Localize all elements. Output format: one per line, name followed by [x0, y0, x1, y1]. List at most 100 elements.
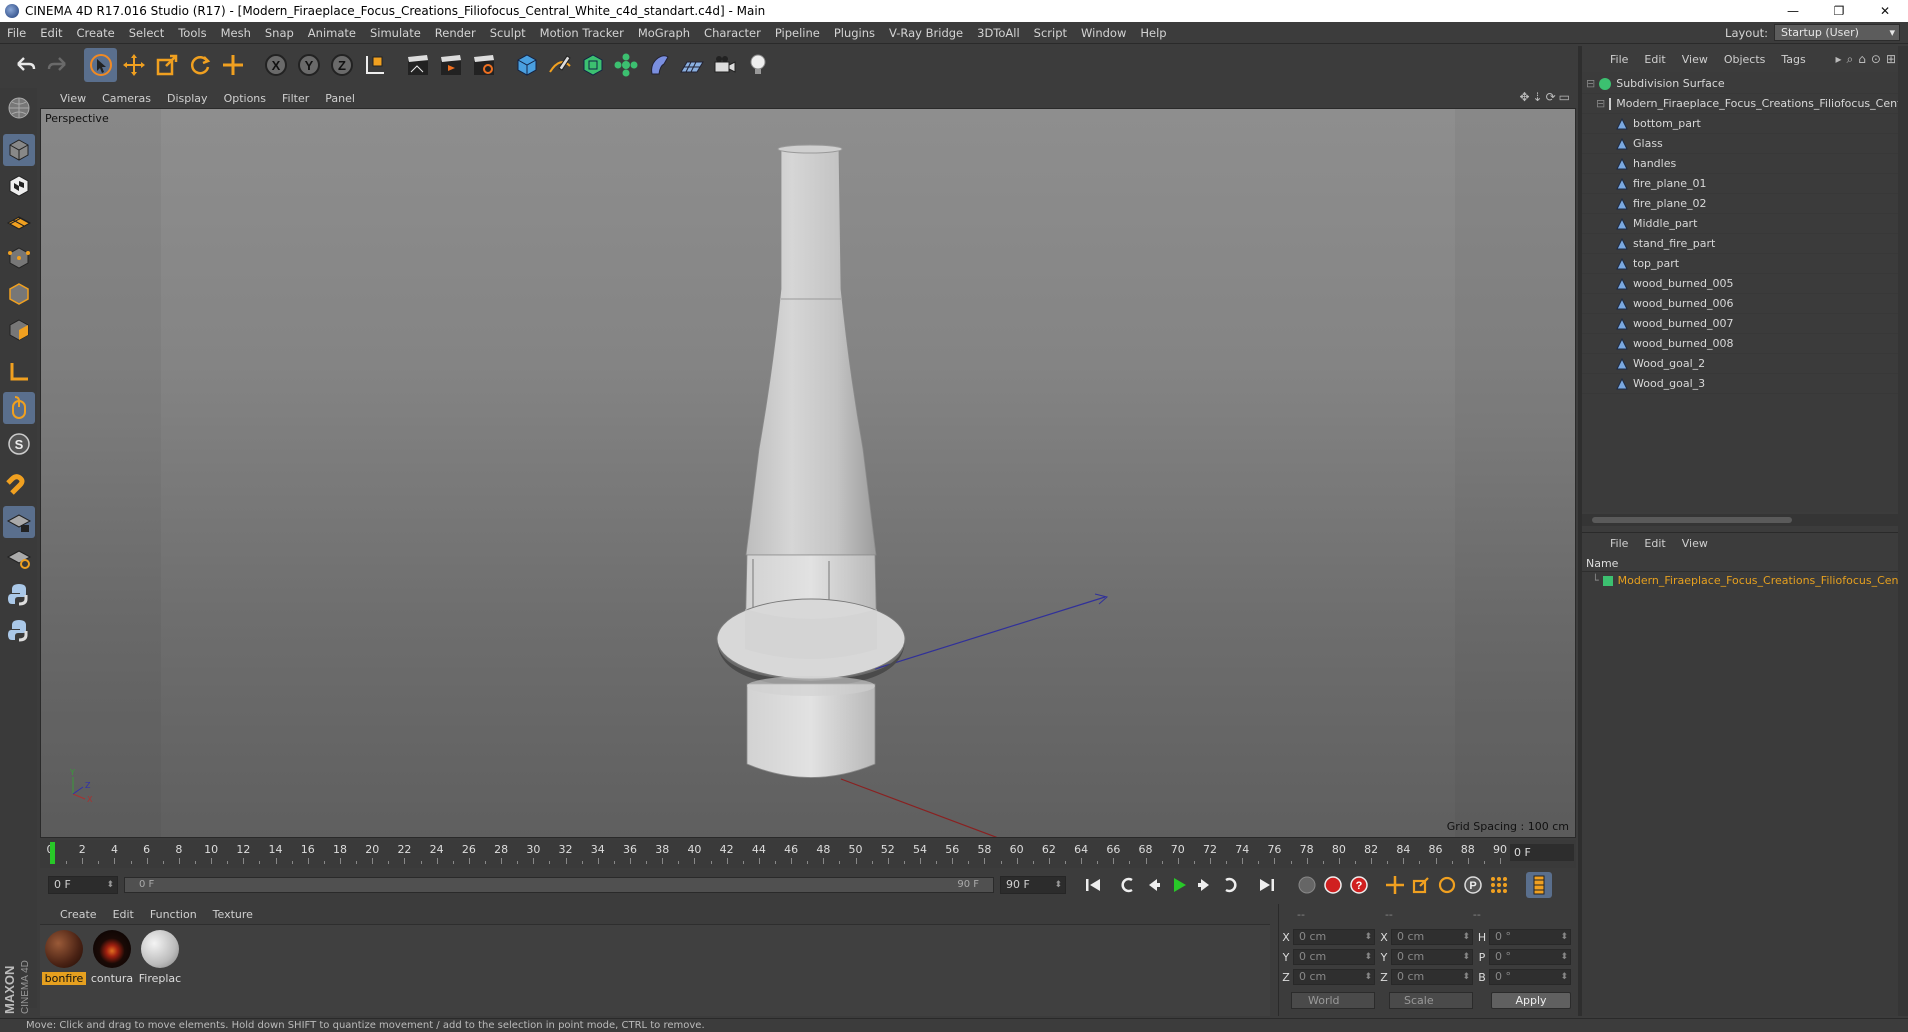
menu-mograph[interactable]: MoGraph — [631, 26, 697, 40]
position-track-button[interactable] — [1382, 872, 1408, 898]
viewport-menu-options[interactable]: Options — [216, 92, 274, 105]
recent-tool[interactable] — [216, 48, 249, 82]
tree-row-child[interactable]: wood_burned_007 — [1582, 314, 1898, 334]
tree-row-child[interactable]: Middle_part — [1582, 214, 1898, 234]
scale-tool[interactable] — [150, 48, 183, 82]
render-settings-button[interactable] — [467, 48, 500, 82]
polygons-mode-button[interactable] — [3, 314, 35, 346]
material-menu-texture[interactable]: Texture — [205, 908, 261, 921]
tree-row-child[interactable]: wood_burned_005 — [1582, 274, 1898, 294]
tree-row-child[interactable]: fire_plane_02 — [1582, 194, 1898, 214]
end-frame-field[interactable]: 90 F — [1000, 876, 1066, 894]
tree-row-child[interactable]: Wood_goal_3 — [1582, 374, 1898, 394]
menu-script[interactable]: Script — [1027, 26, 1074, 40]
attributes-menu-edit[interactable]: Edit — [1636, 537, 1673, 550]
size-z-field[interactable]: 0 cm — [1391, 969, 1473, 985]
snap-button[interactable] — [3, 470, 35, 502]
object-tree-horizontal-scrollbar[interactable] — [1582, 514, 1898, 526]
parameter-track-button[interactable]: P — [1460, 872, 1486, 898]
points-mode-button[interactable] — [3, 242, 35, 274]
current-frame-display[interactable]: 0 F — [1510, 844, 1574, 861]
size-y-field[interactable]: 0 cm — [1391, 949, 1473, 965]
material-menu-function[interactable]: Function — [142, 908, 205, 921]
scrollbar-thumb[interactable] — [1592, 517, 1792, 523]
tree-row-child[interactable]: handles — [1582, 154, 1898, 174]
play-button[interactable] — [1166, 872, 1192, 898]
tree-row-child[interactable]: Wood_goal_2 — [1582, 354, 1898, 374]
more-arrow-icon[interactable]: ▸ — [1835, 52, 1841, 67]
undo-button[interactable] — [8, 48, 41, 82]
menu-pipeline[interactable]: Pipeline — [768, 26, 827, 40]
rotation-b-field[interactable]: 0 ° — [1489, 969, 1571, 985]
viewport-move-icon[interactable]: ✥ — [1519, 90, 1529, 104]
next-frame-button[interactable] — [1192, 872, 1218, 898]
objects-menu-edit[interactable]: Edit — [1636, 53, 1673, 66]
viewport-zoom-icon[interactable]: ⇣ — [1533, 90, 1543, 104]
rotation-track-button[interactable] — [1434, 872, 1460, 898]
position-z-field[interactable]: 0 cm — [1293, 969, 1375, 985]
redo-button[interactable] — [41, 48, 74, 82]
x-axis-lock[interactable]: X — [259, 48, 292, 82]
python-script-button-2[interactable] — [3, 614, 35, 646]
search-icon[interactable]: ⌕ — [1847, 52, 1854, 67]
tree-row-child[interactable]: top_part — [1582, 254, 1898, 274]
floor-button[interactable] — [675, 48, 708, 82]
autokey-button[interactable] — [1320, 872, 1346, 898]
timeline-window-button[interactable] — [1526, 872, 1552, 898]
y-axis-lock[interactable]: Y — [292, 48, 325, 82]
position-y-field[interactable]: 0 cm — [1293, 949, 1375, 965]
solo-button[interactable]: S — [3, 428, 35, 460]
attributes-selected-row[interactable]: └ Modern_Firaeplace_Focus_Creations_Fili… — [1592, 574, 1908, 587]
menu-motion-tracker[interactable]: Motion Tracker — [533, 26, 631, 40]
texture-mode-button[interactable] — [3, 170, 35, 202]
subdivision-surface-button[interactable] — [576, 48, 609, 82]
rotate-tool[interactable] — [183, 48, 216, 82]
size-x-field[interactable]: 0 cm — [1391, 929, 1473, 945]
menu-3dtoall[interactable]: 3DToAll — [970, 26, 1027, 40]
menu-tools[interactable]: Tools — [171, 26, 213, 40]
material-menu-create[interactable]: Create — [52, 908, 105, 921]
point-level-animation-button[interactable] — [1486, 872, 1512, 898]
menu-window[interactable]: Window — [1074, 26, 1133, 40]
pen-spline-button[interactable] — [543, 48, 576, 82]
scale-track-button[interactable] — [1408, 872, 1434, 898]
previous-frame-button[interactable] — [1140, 872, 1166, 898]
viewport-maximize-icon[interactable]: ▭ — [1559, 90, 1570, 104]
viewport-menu-display[interactable]: Display — [159, 92, 216, 105]
collapse-icon[interactable]: ⊟ — [1586, 77, 1595, 90]
render-view-button[interactable] — [401, 48, 434, 82]
rotation-p-field[interactable]: 0 ° — [1489, 949, 1571, 965]
menu-file[interactable]: File — [0, 26, 33, 40]
attributes-menu-file[interactable]: File — [1602, 537, 1636, 550]
light-button[interactable] — [741, 48, 774, 82]
previous-key-button[interactable] — [1114, 872, 1140, 898]
collapse-icon[interactable]: ⊟ — [1596, 97, 1605, 110]
coordinate-system-button[interactable] — [358, 48, 391, 82]
make-editable-button[interactable] — [3, 92, 35, 124]
new-window-icon[interactable]: ⊞ — [1886, 52, 1896, 67]
live-selection-tool[interactable] — [84, 48, 117, 82]
edges-mode-button[interactable] — [3, 278, 35, 310]
rotation-h-field[interactable]: 0 ° — [1489, 929, 1571, 945]
objects-menu-objects[interactable]: Objects — [1716, 53, 1774, 66]
tree-row-group[interactable]: ⊟ Modern_Firaeplace_Focus_Creations_Fili… — [1582, 94, 1898, 114]
menu-snap[interactable]: Snap — [258, 26, 301, 40]
menu-sculpt[interactable]: Sculpt — [483, 26, 533, 40]
layout-select[interactable]: Startup (User) — [1774, 24, 1900, 41]
tree-row-child[interactable]: stand_fire_part — [1582, 234, 1898, 254]
objects-menu-tags[interactable]: Tags — [1773, 53, 1813, 66]
apply-button[interactable]: Apply — [1491, 992, 1571, 1009]
record-keys-button[interactable] — [1294, 872, 1320, 898]
material-bonfire[interactable]: bonfire — [42, 929, 86, 985]
cloner-button[interactable] — [609, 48, 642, 82]
material-fireplace[interactable]: Fireplac — [138, 929, 182, 985]
timeline-playhead[interactable] — [50, 842, 55, 864]
viewport-rotate-icon[interactable]: ⟳ — [1546, 90, 1556, 104]
minimize-button[interactable]: — — [1770, 0, 1816, 22]
size-mode-select[interactable]: Scale — [1389, 992, 1473, 1009]
go-to-end-button[interactable] — [1254, 872, 1280, 898]
menu-help[interactable]: Help — [1133, 26, 1173, 40]
viewport-menu-filter[interactable]: Filter — [274, 92, 317, 105]
position-x-field[interactable]: 0 cm — [1293, 929, 1375, 945]
z-axis-lock[interactable]: Z — [325, 48, 358, 82]
